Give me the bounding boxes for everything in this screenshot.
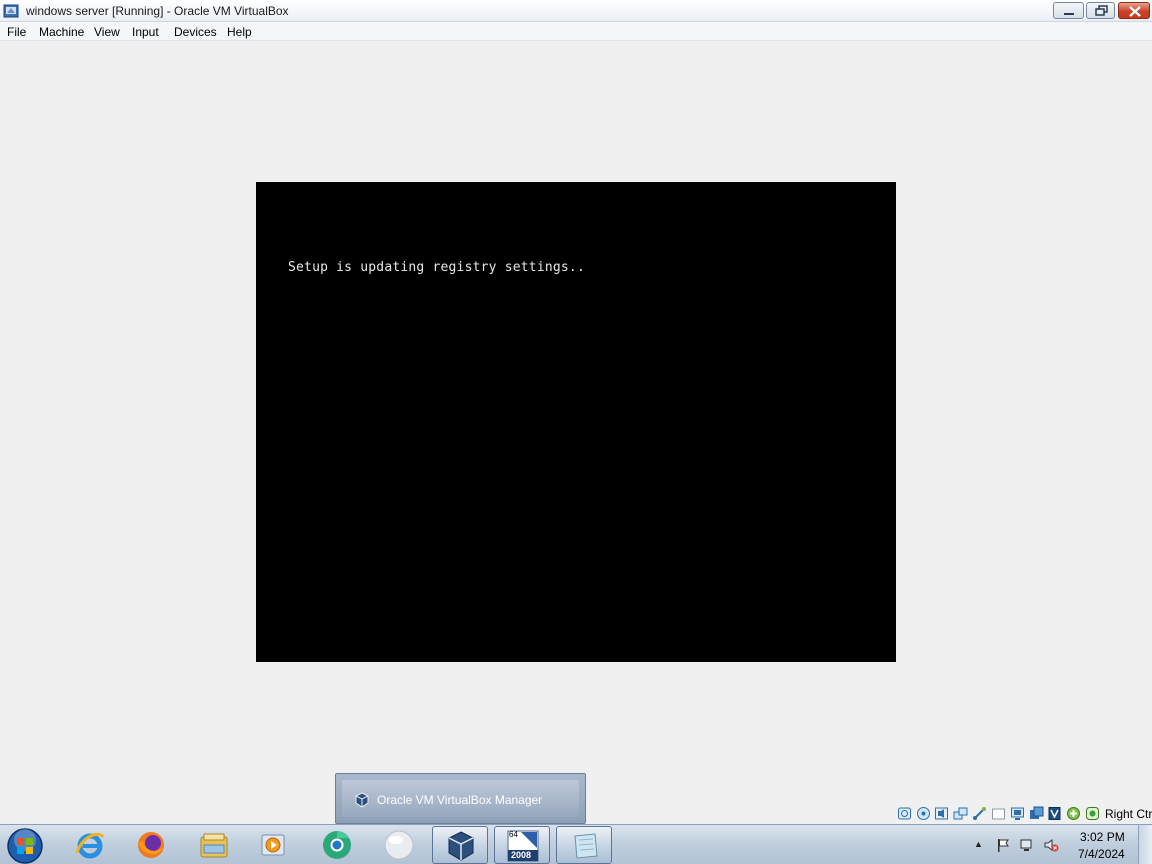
setup-status-text: Setup is updating registry settings.. [288,260,585,275]
network-icon[interactable] [953,806,968,821]
taskbar-media-player[interactable] [246,826,302,864]
menu-view[interactable]: View [94,25,120,39]
notepad-icon [574,833,598,859]
system-tray: ▲ 3:02 PM 7/4/2024 [966,825,1152,864]
start-button-icon[interactable] [6,827,44,864]
file-explorer-icon [200,833,228,858]
minimize-button[interactable] [1053,2,1084,19]
volume-muted-icon[interactable] [1043,837,1059,853]
close-button[interactable] [1118,2,1150,19]
white-globe-icon [384,830,414,860]
taskbar-windows-server-vm[interactable]: 64 2008 [494,826,550,864]
menu-bar: File Machine View Input Devices Help [0,22,1152,41]
clock-time[interactable]: 3:02 PM [1080,830,1125,844]
taskbar-globe-app[interactable] [371,826,427,864]
menu-input[interactable]: Input [132,25,159,39]
taskbar-thumbnail-popup[interactable]: Oracle VM VirtualBox Manager [335,773,586,824]
menu-help[interactable]: Help [227,25,252,39]
title-bar: windows server [Running] - Oracle VM Vir… [0,0,1152,22]
optical-drive-icon[interactable] [916,806,931,821]
display-icon[interactable] [1010,806,1025,821]
restore-button[interactable] [1086,2,1115,19]
popup-window-title: Oracle VM VirtualBox Manager [377,793,543,807]
clock-date[interactable]: 7/4/2024 [1078,847,1125,861]
server-badge-bits: 64 [509,830,518,839]
cpu-icon[interactable] [1047,806,1062,821]
menu-devices[interactable]: Devices [174,25,217,39]
action-center-flag-icon[interactable] [995,837,1011,853]
chrome-icon [323,831,351,859]
video-capture-icon[interactable] [1029,806,1044,821]
host-key-label[interactable]: Right Ctrl [1105,807,1152,821]
show-desktop-button[interactable] [1138,825,1152,864]
window-title: windows server [Running] - Oracle VM Vir… [26,4,289,18]
taskbar-notepad[interactable] [556,826,612,864]
minimize-icon [1064,13,1074,15]
taskbar-internet-explorer[interactable] [62,826,118,864]
server-badge-version: 2008 [511,850,532,860]
audio-icon[interactable] [934,806,949,821]
show-hidden-icons-arrow[interactable]: ▲ [974,839,983,849]
taskbar-virtualbox[interactable] [432,826,488,864]
network-tray-icon[interactable] [1019,837,1035,853]
taskbar-file-explorer[interactable] [186,826,242,864]
taskbar: 64 2008 ▲ 3:02 PM 7/4/2024 [0,824,1152,864]
shared-folders-icon[interactable] [991,806,1006,821]
restore-icon [1095,5,1108,16]
virtualbox-app-icon[interactable] [3,3,19,19]
taskbar-firefox[interactable] [123,826,179,864]
taskbar-chrome[interactable] [309,826,365,864]
virtualbox-icon [448,831,474,861]
hard-disk-icon[interactable] [897,806,912,821]
mouse-integration-icon[interactable] [1066,806,1081,821]
firefox-icon [138,832,164,858]
close-icon [1129,6,1141,17]
menu-file[interactable]: File [7,25,26,39]
media-player-icon [261,834,285,856]
internet-explorer-icon [75,832,105,859]
virtualbox-manager-icon [355,792,369,808]
vm-status-bar: Right Ctrl [895,805,1152,823]
green-status-icon[interactable] [1085,806,1100,821]
menu-machine[interactable]: Machine [39,25,84,39]
usb-icon[interactable] [972,806,987,821]
vm-display[interactable]: Setup is updating registry settings.. [256,182,896,662]
